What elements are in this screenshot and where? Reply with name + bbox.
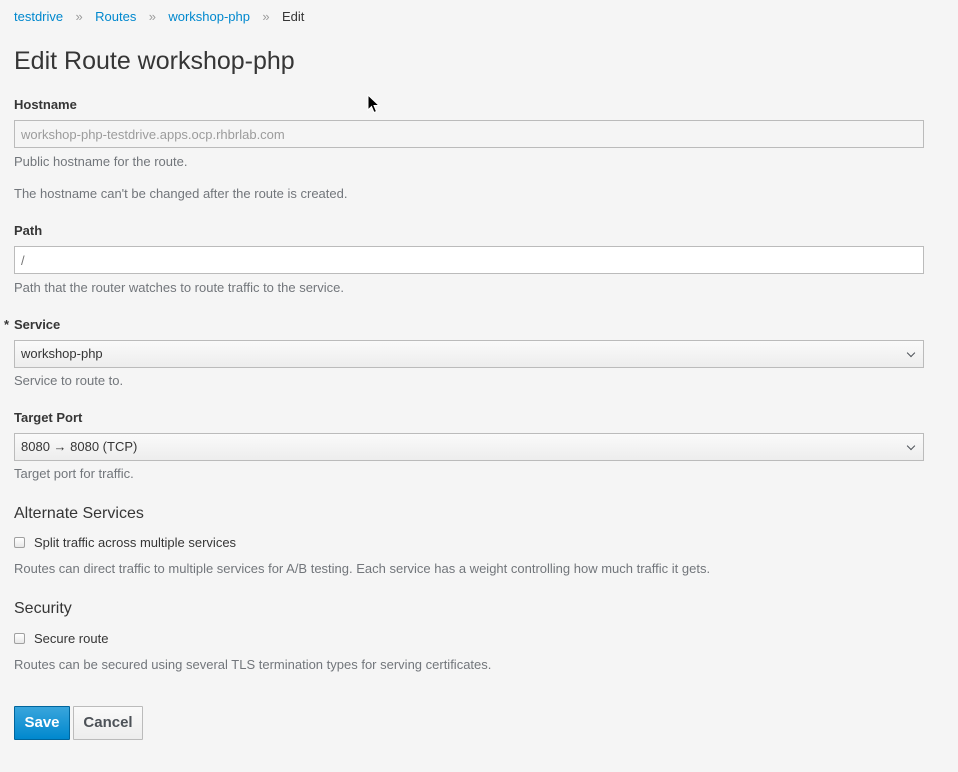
breadcrumb-current: Edit — [282, 9, 305, 24]
target-port-label: Target Port — [14, 410, 83, 425]
breadcrumb-separator-icon: » — [148, 9, 156, 24]
split-traffic-checkbox[interactable] — [14, 537, 25, 548]
breadcrumb-route-link[interactable]: workshop-php — [168, 9, 250, 25]
path-label: Path — [14, 223, 43, 238]
chevron-down-icon — [906, 441, 916, 451]
breadcrumb-separator-icon: » — [75, 9, 83, 24]
target-port-help: Target port for traffic. — [14, 466, 134, 481]
mouse-pointer-icon — [367, 94, 381, 114]
split-traffic-option[interactable]: Split traffic across multiple services — [14, 535, 236, 550]
hostname-help: Public hostname for the route. — [14, 154, 188, 169]
target-port-selected-value: 8080 → 8080 (TCP) — [21, 439, 138, 454]
page-title: Edit Route workshop-php — [14, 47, 295, 75]
path-input[interactable] — [14, 246, 924, 274]
secure-route-option[interactable]: Secure route — [14, 631, 108, 646]
hostname-input[interactable] — [14, 120, 924, 148]
service-selected-value: workshop-php — [21, 346, 103, 361]
chevron-down-icon — [906, 348, 916, 358]
required-marker: * — [4, 317, 10, 332]
hostname-label: Hostname — [14, 97, 77, 112]
split-traffic-label: Split traffic across multiple services — [34, 535, 237, 550]
secure-route-label: Secure route — [34, 631, 109, 646]
hostname-immutable-note: The hostname can't be changed after the … — [14, 186, 348, 201]
security-help: Routes can be secured using several TLS … — [14, 657, 492, 672]
path-help: Path that the router watches to route tr… — [14, 280, 344, 295]
cancel-button[interactable]: Cancel — [73, 706, 143, 740]
save-button[interactable]: Save — [14, 706, 70, 740]
breadcrumb: testdrive » Routes » workshop-php » Edit — [14, 9, 304, 25]
alternate-services-heading: Alternate Services — [14, 505, 144, 522]
breadcrumb-routes-link[interactable]: Routes — [95, 9, 136, 25]
service-label: Service — [14, 317, 61, 332]
secure-route-checkbox[interactable] — [14, 633, 25, 644]
target-port-select[interactable]: 8080 → 8080 (TCP) — [14, 433, 924, 461]
breadcrumb-project-link[interactable]: testdrive — [14, 9, 63, 25]
alternate-services-help: Routes can direct traffic to multiple se… — [14, 561, 711, 576]
service-select[interactable]: workshop-php — [14, 340, 924, 368]
edit-route-page: testdrive » Routes » workshop-php » Edit… — [0, 0, 958, 772]
service-help: Service to route to. — [14, 373, 124, 388]
breadcrumb-separator-icon: » — [262, 9, 270, 24]
security-heading: Security — [14, 600, 72, 617]
